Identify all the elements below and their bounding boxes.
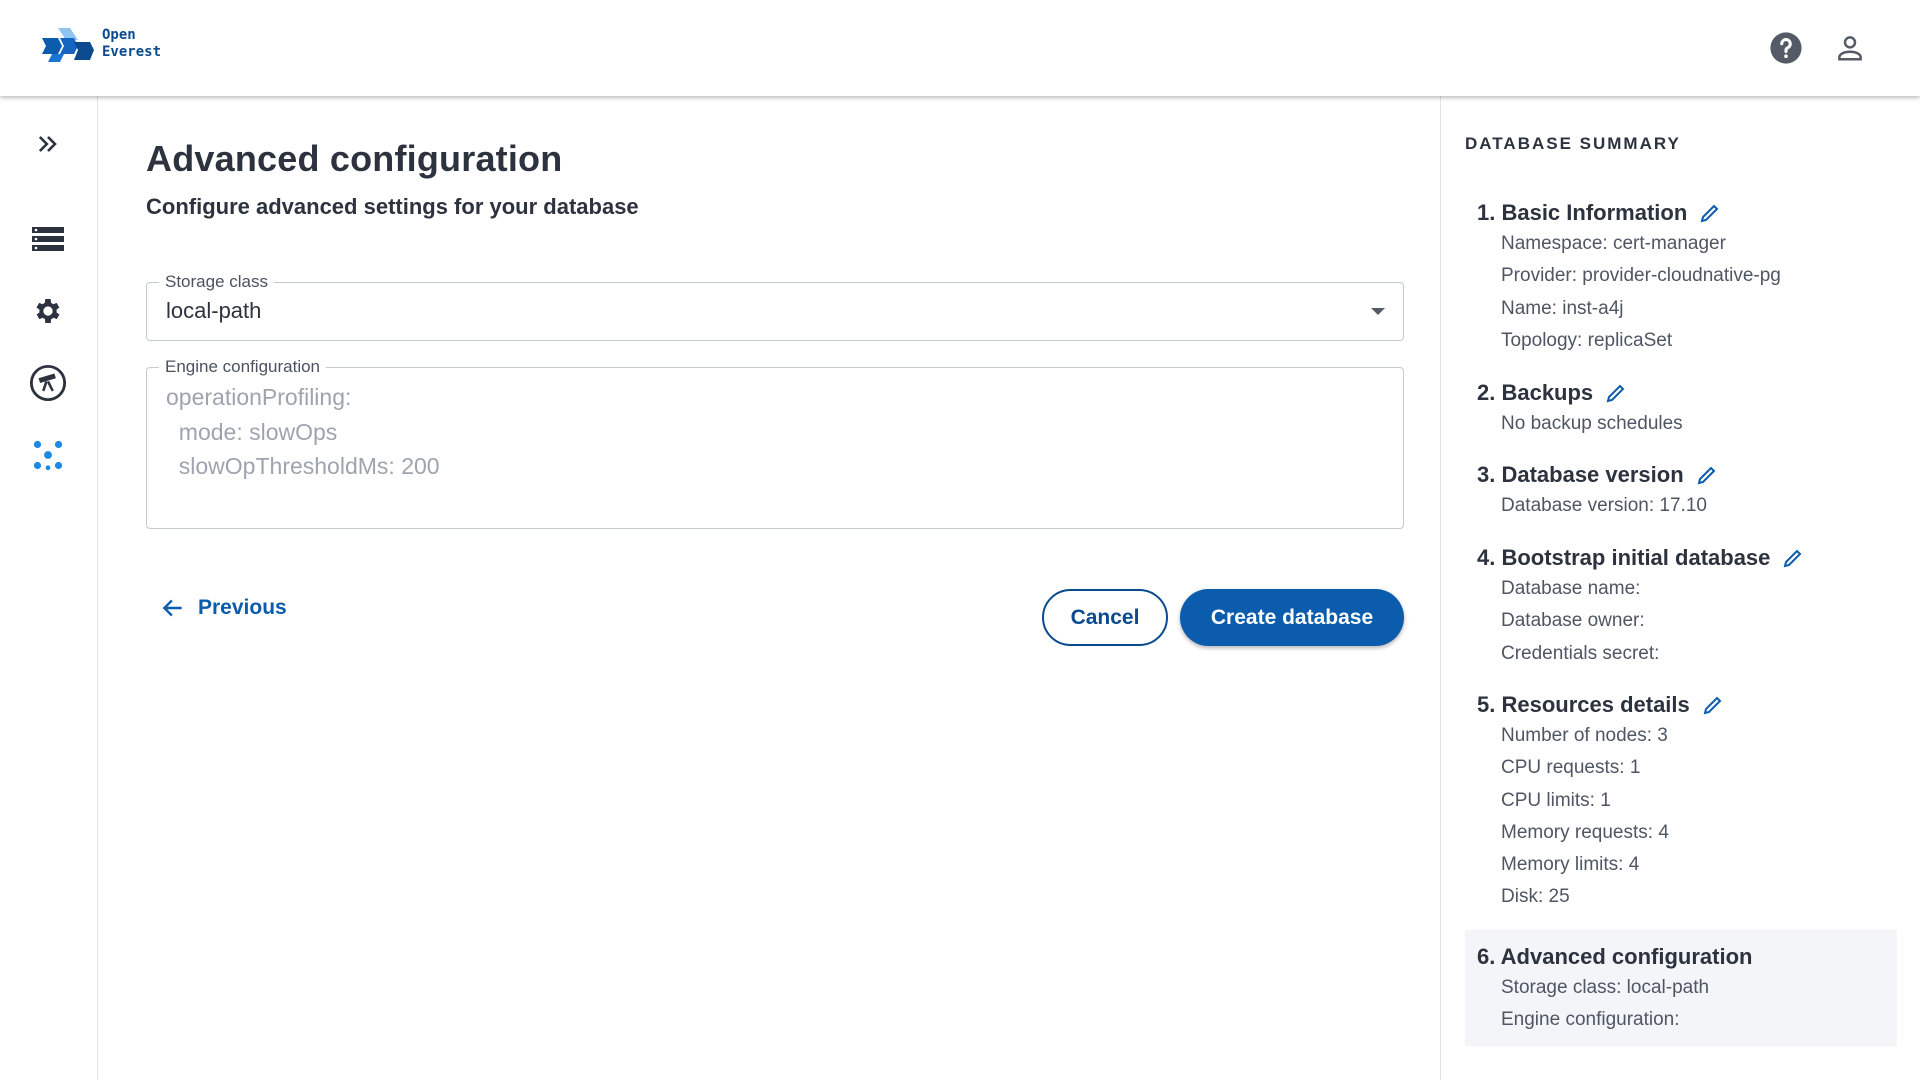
engine-configuration-placeholder: operationProfiling: mode: slowOps slowOp… [166, 384, 440, 479]
edit-pencil-icon[interactable] [1780, 545, 1806, 571]
summary-line: No backup schedules [1501, 413, 1683, 434]
summary-section-database-version: 3. Database version Database version: 17… [1465, 460, 1897, 522]
engine-configuration-label: Engine configuration [159, 357, 327, 377]
gear-icon [36, 299, 60, 323]
page-subtitle: Configure advanced settings for your dat… [146, 194, 639, 219]
summary-line: Topology: replicaSet [1501, 329, 1673, 351]
logo-text-everest: Everest [102, 44, 162, 60]
sidebar-item-settings[interactable] [24, 287, 72, 335]
summary-line: Engine configuration: [1501, 1009, 1680, 1031]
summary-line: Number of nodes: 3 [1501, 725, 1668, 746]
cancel-button[interactable]: Cancel [1042, 589, 1168, 646]
storage-class-value: local-path [166, 298, 262, 323]
summary-line: CPU limits: 1 [1501, 789, 1611, 811]
telescope-icon [29, 364, 67, 402]
summary-section-title: 3. Database version [1477, 462, 1684, 487]
summary-section-bootstrap: 4. Bootstrap initial database Database n… [1465, 543, 1897, 670]
main-content: Advanced configuration Configure advance… [98, 96, 1440, 1080]
summary-section-title: 5. Resources details [1477, 692, 1690, 717]
summary-section-title: 1. Basic Information [1477, 200, 1688, 225]
create-database-button[interactable]: Create database [1180, 589, 1404, 646]
summary-line: Database version: 17.10 [1501, 495, 1707, 516]
summary-title: DATABASE SUMMARY [1465, 134, 1681, 153]
database-list-icon [32, 227, 64, 251]
storage-class-label: Storage class [159, 272, 274, 292]
page-title: Advanced configuration [146, 138, 563, 179]
summary-line: Database name: [1501, 578, 1641, 599]
summary-line: Database owner: [1501, 610, 1645, 632]
summary-section-title: 2. Backups [1477, 380, 1594, 405]
sidebar-item-databases[interactable] [24, 215, 72, 263]
sidebar [0, 96, 98, 1080]
summary-line: Disk: 25 [1501, 886, 1570, 908]
summary-line: Namespace: cert-manager [1501, 233, 1726, 254]
user-account-icon[interactable] [1832, 30, 1868, 66]
summary-line: Memory limits: 4 [1501, 854, 1640, 876]
storage-class-select[interactable]: Storage class local-path [146, 272, 1404, 341]
sidebar-item-monitoring[interactable] [24, 359, 72, 407]
summary-line: CPU requests: 1 [1501, 757, 1641, 779]
summary-section-title: 6. Advanced configuration [1477, 944, 1753, 969]
sidebar-item-topology[interactable] [24, 431, 72, 479]
logo-text-open: Open [102, 27, 136, 43]
summary-section-title: 4. Bootstrap initial database [1477, 545, 1771, 570]
openeverest-logo-icon [42, 28, 94, 62]
summary-section-basic-information: 1. Basic Information Namespace: cert-man… [1465, 198, 1897, 357]
help-icon[interactable] [1768, 30, 1804, 66]
engine-configuration-textarea[interactable]: Engine configuration operationProfiling:… [146, 357, 1404, 529]
summary-line: Name: inst-a4j [1501, 297, 1624, 319]
edit-pencil-icon[interactable] [1603, 380, 1629, 406]
summary-section-backups: 2. Backups No backup schedules [1465, 378, 1897, 440]
edit-pencil-icon[interactable] [1694, 462, 1720, 488]
previous-button-label: Previous [198, 596, 287, 619]
logo[interactable]: Open Everest [40, 24, 161, 64]
summary-line: Credentials secret: [1501, 642, 1660, 664]
previous-button[interactable]: Previous [152, 588, 295, 628]
summary-line: Provider: provider-cloudnative-pg [1501, 265, 1781, 287]
double-chevron-right-icon [38, 136, 57, 152]
dropdown-arrow-icon [1371, 308, 1385, 315]
edit-pencil-icon[interactable] [1700, 692, 1726, 718]
summary-line: Storage class: local-path [1501, 977, 1710, 998]
expand-sidebar-button[interactable] [24, 120, 72, 168]
arrow-left-icon [162, 599, 182, 617]
edit-pencil-icon[interactable] [1697, 200, 1723, 226]
summary-section-advanced-configuration: 6. Advanced configuration Storage class:… [1465, 930, 1897, 1046]
summary-line: Memory requests: 4 [1501, 821, 1669, 843]
nodes-cluster-icon [33, 440, 63, 471]
summary-section-resources: 5. Resources details Number of nodes: 3 … [1465, 690, 1897, 914]
top-bar: Open Everest [0, 0, 1920, 96]
database-summary-panel: DATABASE SUMMARY 1. Basic Information Na… [1440, 96, 1920, 1080]
